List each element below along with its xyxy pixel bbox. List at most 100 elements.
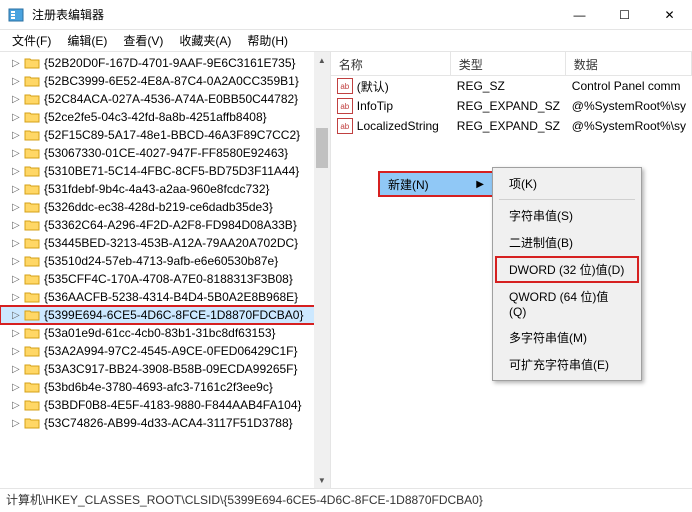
tree-item-label: {531fdebf-9b4c-4a43-a2aa-960e8fcdc732} (44, 182, 270, 196)
submenu-expand[interactable]: 可扩充字符串值(E) (495, 351, 639, 378)
app-icon (8, 7, 24, 23)
tree-item[interactable]: ▷{5326ddc-ec38-428d-b219-ce6dadb35de3} (0, 198, 330, 216)
expander-icon[interactable]: ▷ (12, 364, 24, 375)
submenu-key[interactable]: 项(K) (495, 170, 639, 197)
tree-item[interactable]: ▷{53a01e9d-61cc-4cb0-83b1-31bc8df63153} (0, 324, 330, 342)
folder-icon (24, 56, 40, 70)
tree-item-label: {53bd6b4e-3780-4693-afc3-7161c2f3ee9c} (44, 380, 273, 394)
submenu-string[interactable]: 字符串值(S) (495, 202, 639, 229)
window-title: 注册表编辑器 (32, 6, 557, 23)
menu-help[interactable]: 帮助(H) (239, 30, 296, 51)
expander-icon[interactable]: ▷ (12, 76, 24, 87)
tree-item[interactable]: ▷{52BC3999-6E52-4E8A-87C4-0A2A0CC359B1} (0, 72, 330, 90)
minimize-button[interactable]: — (557, 0, 602, 30)
list-row[interactable]: abInfoTipREG_EXPAND_SZ@%SystemRoot%\sy (331, 96, 692, 116)
tree-item[interactable]: ▷{52C84ACA-027A-4536-A74A-E0BB50C44782} (0, 90, 330, 108)
folder-icon (24, 74, 40, 88)
expander-icon[interactable]: ▷ (12, 346, 24, 357)
expander-icon[interactable]: ▷ (12, 274, 24, 285)
expander-icon[interactable]: ▷ (12, 94, 24, 105)
tree-item-label: {52B20D0F-167D-4701-9AAF-9E6C3161E735} (44, 56, 296, 70)
menu-file[interactable]: 文件(F) (4, 30, 59, 51)
scroll-thumb[interactable] (316, 128, 328, 168)
list-body: ab(默认)REG_SZControl Panel commabInfoTipR… (331, 76, 692, 136)
tree-item[interactable]: ▷{53A2A994-97C2-4545-A9CE-0FED06429C1F} (0, 342, 330, 360)
tree-item[interactable]: ▷{52F15C89-5A17-48e1-BBCD-46A3F89C7CC2} (0, 126, 330, 144)
close-button[interactable]: ✕ (647, 0, 692, 30)
folder-icon (24, 272, 40, 286)
menu-view[interactable]: 查看(V) (115, 30, 171, 51)
tree-scrollbar[interactable]: ▲ ▼ (314, 52, 330, 488)
tree-item[interactable]: ▷ {53362C64-A296-4F2D-A2F8-FD984D08A33B} (0, 216, 330, 234)
tree-item[interactable]: ▷{52ce2fe5-04c3-42fd-8a8b-4251affb8408} (0, 108, 330, 126)
context-new[interactable]: 新建(N) ▶ (380, 173, 492, 195)
submenu-binary[interactable]: 二进制值(B) (495, 229, 639, 256)
menu-bar: 文件(F) 编辑(E) 查看(V) 收藏夹(A) 帮助(H) (0, 30, 692, 52)
tree-item-label: {53362C64-A296-4F2D-A2F8-FD984D08A33B} (44, 218, 297, 232)
expander-icon[interactable]: ▷ (12, 310, 24, 321)
maximize-button[interactable]: ☐ (602, 0, 647, 30)
tree-item[interactable]: ▷ {53bd6b4e-3780-4693-afc3-7161c2f3ee9c} (0, 378, 330, 396)
col-name[interactable]: 名称 (331, 52, 451, 75)
expander-icon[interactable]: ▷ (12, 418, 24, 429)
list-row[interactable]: ab(默认)REG_SZControl Panel comm (331, 76, 692, 96)
expander-icon[interactable]: ▷ (12, 130, 24, 141)
expander-icon[interactable]: ▷ (12, 328, 24, 339)
folder-icon (24, 200, 40, 214)
tree-item[interactable]: ▷ {531fdebf-9b4c-4a43-a2aa-960e8fcdc732} (0, 180, 330, 198)
menu-edit[interactable]: 编辑(E) (59, 30, 115, 51)
expander-icon[interactable]: ▷ (12, 58, 24, 69)
folder-icon (24, 326, 40, 340)
list-header: 名称 类型 数据 (331, 52, 692, 76)
tree-item-label: {535CFF4C-170A-4708-A7E0-8188313F3B08} (44, 272, 293, 286)
tree-item[interactable]: ▷{53A3C917-BB24-3908-B58B-09ECDA99265F} (0, 360, 330, 378)
expander-icon[interactable]: ▷ (12, 184, 24, 195)
submenu-qword[interactable]: QWORD (64 位)值(Q) (495, 283, 639, 324)
tree-item[interactable]: ▷ {535CFF4C-170A-4708-A7E0-8188313F3B08} (0, 270, 330, 288)
expander-icon[interactable]: ▷ (12, 220, 24, 231)
value-type: REG_SZ (451, 77, 566, 95)
folder-icon (24, 416, 40, 430)
tree-item[interactable]: ▷ {53C74826-AB99-4d33-ACA4-3117F51D3788} (0, 414, 330, 432)
value-name: InfoTip (357, 99, 393, 113)
expander-icon[interactable]: ▷ (12, 292, 24, 303)
menu-favorites[interactable]: 收藏夹(A) (171, 30, 239, 51)
tree-item-label: {53C74826-AB99-4d33-ACA4-3117F51D3788} (44, 416, 293, 430)
scroll-down-icon[interactable]: ▼ (314, 472, 330, 488)
folder-icon (24, 128, 40, 142)
scroll-up-icon[interactable]: ▲ (314, 52, 330, 68)
folder-icon (24, 110, 40, 124)
list-row[interactable]: abLocalizedStringREG_EXPAND_SZ@%SystemRo… (331, 116, 692, 136)
window-controls: — ☐ ✕ (557, 0, 692, 30)
tree-panel: ▷{52B20D0F-167D-4701-9AAF-9E6C3161E735}▷… (0, 52, 331, 488)
submenu-multi[interactable]: 多字符串值(M) (495, 324, 639, 351)
expander-icon[interactable]: ▷ (12, 202, 24, 213)
expander-icon[interactable]: ▷ (12, 382, 24, 393)
expander-icon[interactable]: ▷ (12, 400, 24, 411)
tree-item-label: {53510d24-57eb-4713-9afb-e6e60530b87e} (44, 254, 278, 268)
submenu-dword[interactable]: DWORD (32 位)值(D) (495, 256, 639, 283)
tree-item[interactable]: ▷{536AACFB-5238-4314-B4D4-5B0A2E8B968E} (0, 288, 330, 306)
col-type[interactable]: 类型 (451, 52, 566, 75)
value-type: REG_EXPAND_SZ (451, 97, 566, 115)
tree-item[interactable]: ▷{53445BED-3213-453B-A12A-79AA20A702DC} (0, 234, 330, 252)
folder-icon (24, 362, 40, 376)
tree-item-label: {53BDF0B8-4E5F-4183-9880-F844AAB4FA104} (44, 398, 302, 412)
expander-icon[interactable]: ▷ (12, 256, 24, 267)
tree-item[interactable]: ▷ {53BDF0B8-4E5F-4183-9880-F844AAB4FA104} (0, 396, 330, 414)
col-data[interactable]: 数据 (566, 52, 692, 75)
tree-item[interactable]: ▷ {52B20D0F-167D-4701-9AAF-9E6C3161E735} (0, 54, 330, 72)
expander-icon[interactable]: ▷ (12, 166, 24, 177)
tree-item[interactable]: ▷ {5310BE71-5C14-4FBC-8CF5-BD75D3F11A44} (0, 162, 330, 180)
expander-icon[interactable]: ▷ (12, 238, 24, 249)
expander-icon[interactable]: ▷ (12, 112, 24, 123)
tree-item[interactable]: ▷{53067330-01CE-4027-947F-FF8580E92463} (0, 144, 330, 162)
tree-item[interactable]: ▷ {53510d24-57eb-4713-9afb-e6e60530b87e} (0, 252, 330, 270)
folder-icon (24, 380, 40, 394)
expander-icon[interactable]: ▷ (12, 148, 24, 159)
folder-icon (24, 290, 40, 304)
tree-item-label: {5310BE71-5C14-4FBC-8CF5-BD75D3F11A44} (44, 164, 299, 178)
value-name: LocalizedString (357, 119, 439, 133)
context-submenu: 项(K) 字符串值(S) 二进制值(B) DWORD (32 位)值(D) QW… (492, 167, 642, 381)
tree-item[interactable]: ▷{5399E694-6CE5-4D6C-8FCE-1D8870FDCBA0} (0, 306, 330, 324)
